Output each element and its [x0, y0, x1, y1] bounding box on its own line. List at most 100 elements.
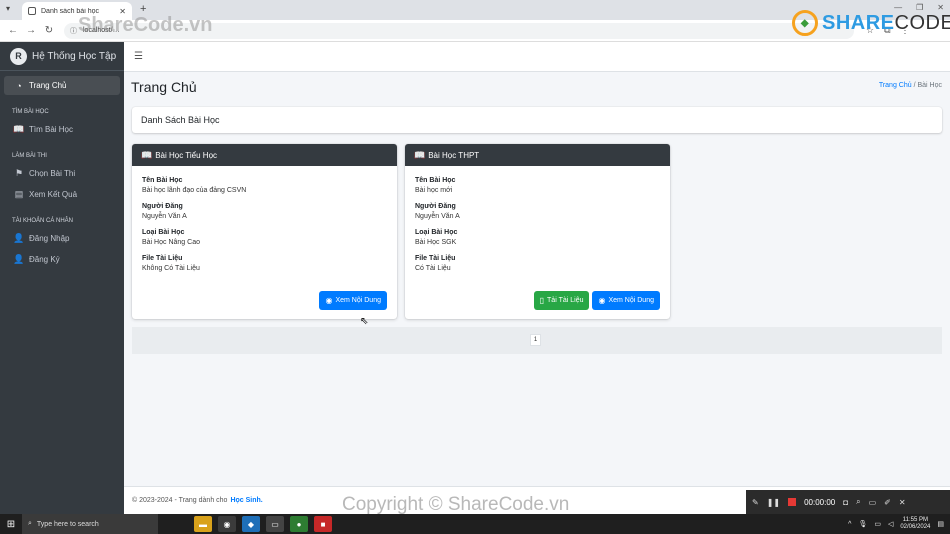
- lesson-list-header: Danh Sách Bài Học: [132, 107, 942, 133]
- lesson-author-label: Người Đăng: [415, 203, 456, 210]
- system-tray: ^ 🎙 ▭ ◁ 11:55 PM 02/06/2024 ▤: [848, 514, 944, 534]
- lesson-name-label: Tên Bài Học: [415, 177, 456, 184]
- sidebar-header-tai-khoan: TÀI KHOẢN CÁ NHÂN: [12, 218, 74, 224]
- back-icon[interactable]: ←: [8, 25, 18, 36]
- sidebar-item-trang-chu[interactable]: ◔ Trang Chủ: [4, 76, 120, 95]
- sidebar-item-chon-bai-thi[interactable]: ⚑ Chọn Bài Thi: [4, 164, 120, 183]
- sharecode-logo-icon: ◆: [792, 10, 818, 36]
- site-info-icon[interactable]: ⓘ: [70, 26, 77, 36]
- sidebar-header-tim-bai-hoc: TÌM BÀI HỌC: [12, 109, 49, 115]
- lesson-card: 📖 Bài Học THPT Tên Bài Học Bài học mới N…: [405, 144, 670, 319]
- sidebar-item-xem-ket-qua[interactable]: ▤ Xem Kết Quả: [4, 185, 120, 204]
- zoom-icon[interactable]: ⌕: [856, 497, 860, 507]
- sidebar-item-label: Đăng Ký: [29, 255, 60, 264]
- eye-icon: ◉: [325, 296, 333, 305]
- lesson-card-actions: ◉ Xem Nội Dung: [319, 291, 387, 310]
- sharecode-logo: ◆ SHARECODE.vn: [792, 10, 950, 36]
- brand-logo-icon: R: [10, 47, 27, 65]
- windows-taskbar: ⊞ ⌕ Type here to search ▬ ◉ ◆ ▭ ● ■ ^ 🎙 …: [0, 514, 950, 534]
- lesson-file-value: Có Tài Liệu: [415, 265, 451, 272]
- user-icon: 👤: [13, 233, 25, 243]
- view-content-button[interactable]: ◉ Xem Nội Dung: [592, 291, 660, 310]
- dashboard-icon: ◔: [16, 80, 22, 91]
- recording-timer: 00:00:00: [804, 497, 836, 507]
- lesson-type-label: Loại Bài Học: [142, 229, 185, 236]
- page-title: Trang Chủ: [131, 79, 197, 95]
- forward-icon[interactable]: →: [26, 25, 36, 36]
- download-document-label: Tải Tài Liệu: [547, 297, 584, 304]
- page-number-button[interactable]: 1: [530, 334, 541, 346]
- download-document-button[interactable]: ▯ Tải Tài Liệu: [533, 291, 590, 310]
- breadcrumb: Trang Chủ / Bài Học: [879, 82, 942, 89]
- lesson-author-value: Nguyễn Văn A: [142, 213, 187, 220]
- lesson-type-value: Bài Học Nâng Cao: [142, 239, 200, 246]
- microphone-icon[interactable]: 🎙: [858, 520, 867, 528]
- close-recorder-icon[interactable]: ✕: [899, 498, 906, 507]
- sidebar-item-label: Trang Chủ: [29, 81, 67, 90]
- taskbar-clock[interactable]: 11:55 PM 02/06/2024: [900, 517, 930, 531]
- favicon-icon: [28, 7, 36, 15]
- tab-search-icon[interactable]: ▾: [6, 4, 10, 13]
- vscode-icon[interactable]: ◆: [242, 516, 260, 532]
- sidebar-item-label: Xem Kết Quả: [29, 190, 78, 199]
- top-navbar: ☰: [124, 42, 950, 72]
- sidebar-nav: ◔ Trang Chủ TÌM BÀI HỌC 📖 Tìm Bài Học LÀ…: [0, 71, 124, 276]
- lesson-card: 📖 Bài Học Tiểu Học Tên Bài Học Bài học l…: [132, 144, 397, 319]
- lesson-type-value: Bài Học SGK: [415, 239, 457, 246]
- sidebar-item-tim-bai-hoc[interactable]: 📖 Tìm Bài Học: [4, 120, 120, 139]
- tray-chevron-icon[interactable]: ^: [848, 521, 851, 528]
- hamburger-menu-icon[interactable]: ☰: [134, 51, 143, 62]
- lesson-card-header: 📖 Bài Học Tiểu Học: [132, 144, 397, 166]
- notification-icon[interactable]: ▤: [937, 520, 944, 528]
- logo-share-text: SHARE: [822, 11, 895, 34]
- lesson-card-title: Bài Học Tiểu Học: [155, 150, 218, 160]
- reload-icon[interactable]: ↻: [44, 25, 54, 36]
- lesson-card-title: Bài Học THPT: [428, 150, 480, 160]
- sidebar-item-dang-ky[interactable]: 👤 Đăng Ký: [4, 250, 120, 269]
- recorder-app-icon[interactable]: ■: [314, 516, 332, 532]
- view-content-button[interactable]: ◉ Xem Nội Dung: [319, 291, 387, 310]
- clock-time: 11:55 PM: [902, 517, 928, 523]
- taskbar-search-input[interactable]: ⌕ Type here to search: [22, 514, 158, 534]
- chart-icon: ▤: [14, 189, 24, 199]
- lesson-card-body: Tên Bài Học Bài học mới Người Đăng Nguyễ…: [405, 166, 670, 272]
- camera-icon[interactable]: ◘: [843, 498, 848, 507]
- brand-text: Hệ Thống Học Tập: [32, 50, 117, 62]
- file-explorer-icon[interactable]: ▬: [194, 516, 212, 532]
- sidebar-item-dang-nhap[interactable]: 👤 Đăng Nhập: [4, 229, 120, 248]
- terminal-icon[interactable]: ▭: [266, 516, 284, 532]
- app-icon[interactable]: ●: [290, 516, 308, 532]
- user-plus-icon: 👤: [13, 254, 25, 264]
- mouse-cursor-icon: ⇖: [360, 316, 369, 327]
- taskbar-search-placeholder: Type here to search: [36, 520, 99, 528]
- sidebar-header-lam-bai-thi: LÀM BÀI THI: [12, 153, 47, 159]
- search-icon: ⌕: [28, 520, 32, 527]
- windows-start-icon[interactable]: ⊞: [0, 519, 22, 530]
- volume-icon[interactable]: ◁: [888, 520, 893, 528]
- lesson-type-label: Loại Bài Học: [415, 229, 458, 236]
- network-icon[interactable]: ▭: [874, 520, 881, 528]
- edit-icon[interactable]: ✐: [884, 498, 891, 507]
- breadcrumb-separator: /: [913, 82, 916, 89]
- comment-icon[interactable]: ▭: [869, 498, 877, 507]
- lesson-file-value: Không Có Tài Liệu: [142, 265, 200, 272]
- pause-icon[interactable]: ❚❚: [767, 498, 780, 507]
- file-icon: ▯: [539, 296, 545, 305]
- pen-icon[interactable]: ✎: [752, 498, 759, 507]
- lesson-card-body: Tên Bài Học Bài học lãnh đạo của đảng CS…: [132, 166, 397, 272]
- lesson-file-label: File Tài Liệu: [415, 255, 456, 262]
- stop-icon[interactable]: [788, 498, 797, 506]
- lesson-author-value: Nguyễn Văn A: [415, 213, 460, 220]
- screen-recorder-toolbar: ✎ ❚❚ 00:00:00 ◘ ⌕ ▭ ✐ ✕: [746, 490, 950, 514]
- lesson-name-value: Bài học mới: [415, 187, 453, 194]
- lesson-name-label: Tên Bài Học: [142, 177, 183, 184]
- lesson-name-value: Bài học lãnh đạo của đảng CSVN: [142, 187, 247, 194]
- lesson-author-label: Người Đăng: [142, 203, 183, 210]
- breadcrumb-home-link[interactable]: Trang Chủ: [879, 82, 912, 89]
- lesson-card-actions: ▯ Tải Tài Liệu ◉ Xem Nội Dung: [533, 291, 660, 310]
- sidebar-item-label: Tìm Bài Học: [29, 125, 74, 134]
- brand[interactable]: R Hệ Thống Học Tập: [0, 42, 124, 71]
- chrome-icon[interactable]: ◉: [218, 516, 236, 532]
- book-icon: 📖: [13, 124, 25, 134]
- footer-link[interactable]: Học Sinh.: [230, 497, 262, 504]
